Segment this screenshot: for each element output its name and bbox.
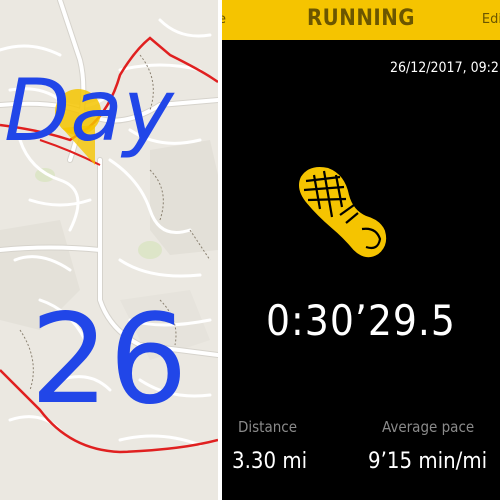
page-title: RUNNING [306,6,416,31]
workout-timestamp: 26/12/2017, 09:2 [390,60,499,76]
workout-duration: 0:30’29.5 [266,296,456,345]
pace-value: 9’15 min/mi [368,449,488,474]
top-bar: e RUNNING Edi [222,0,500,40]
distance-value: 3.30 mi [232,449,308,474]
pace-label: Average pace [382,418,475,436]
edit-button[interactable]: Edi [482,12,500,27]
distance-label: Distance [238,418,298,436]
map-canvas [0,0,218,500]
route-map[interactable] [0,0,218,500]
workout-detail-panel: e RUNNING Edi 26/12/2017, 09:2 0:30’29.5… [222,0,500,500]
shoe-sole-icon [299,167,387,258]
